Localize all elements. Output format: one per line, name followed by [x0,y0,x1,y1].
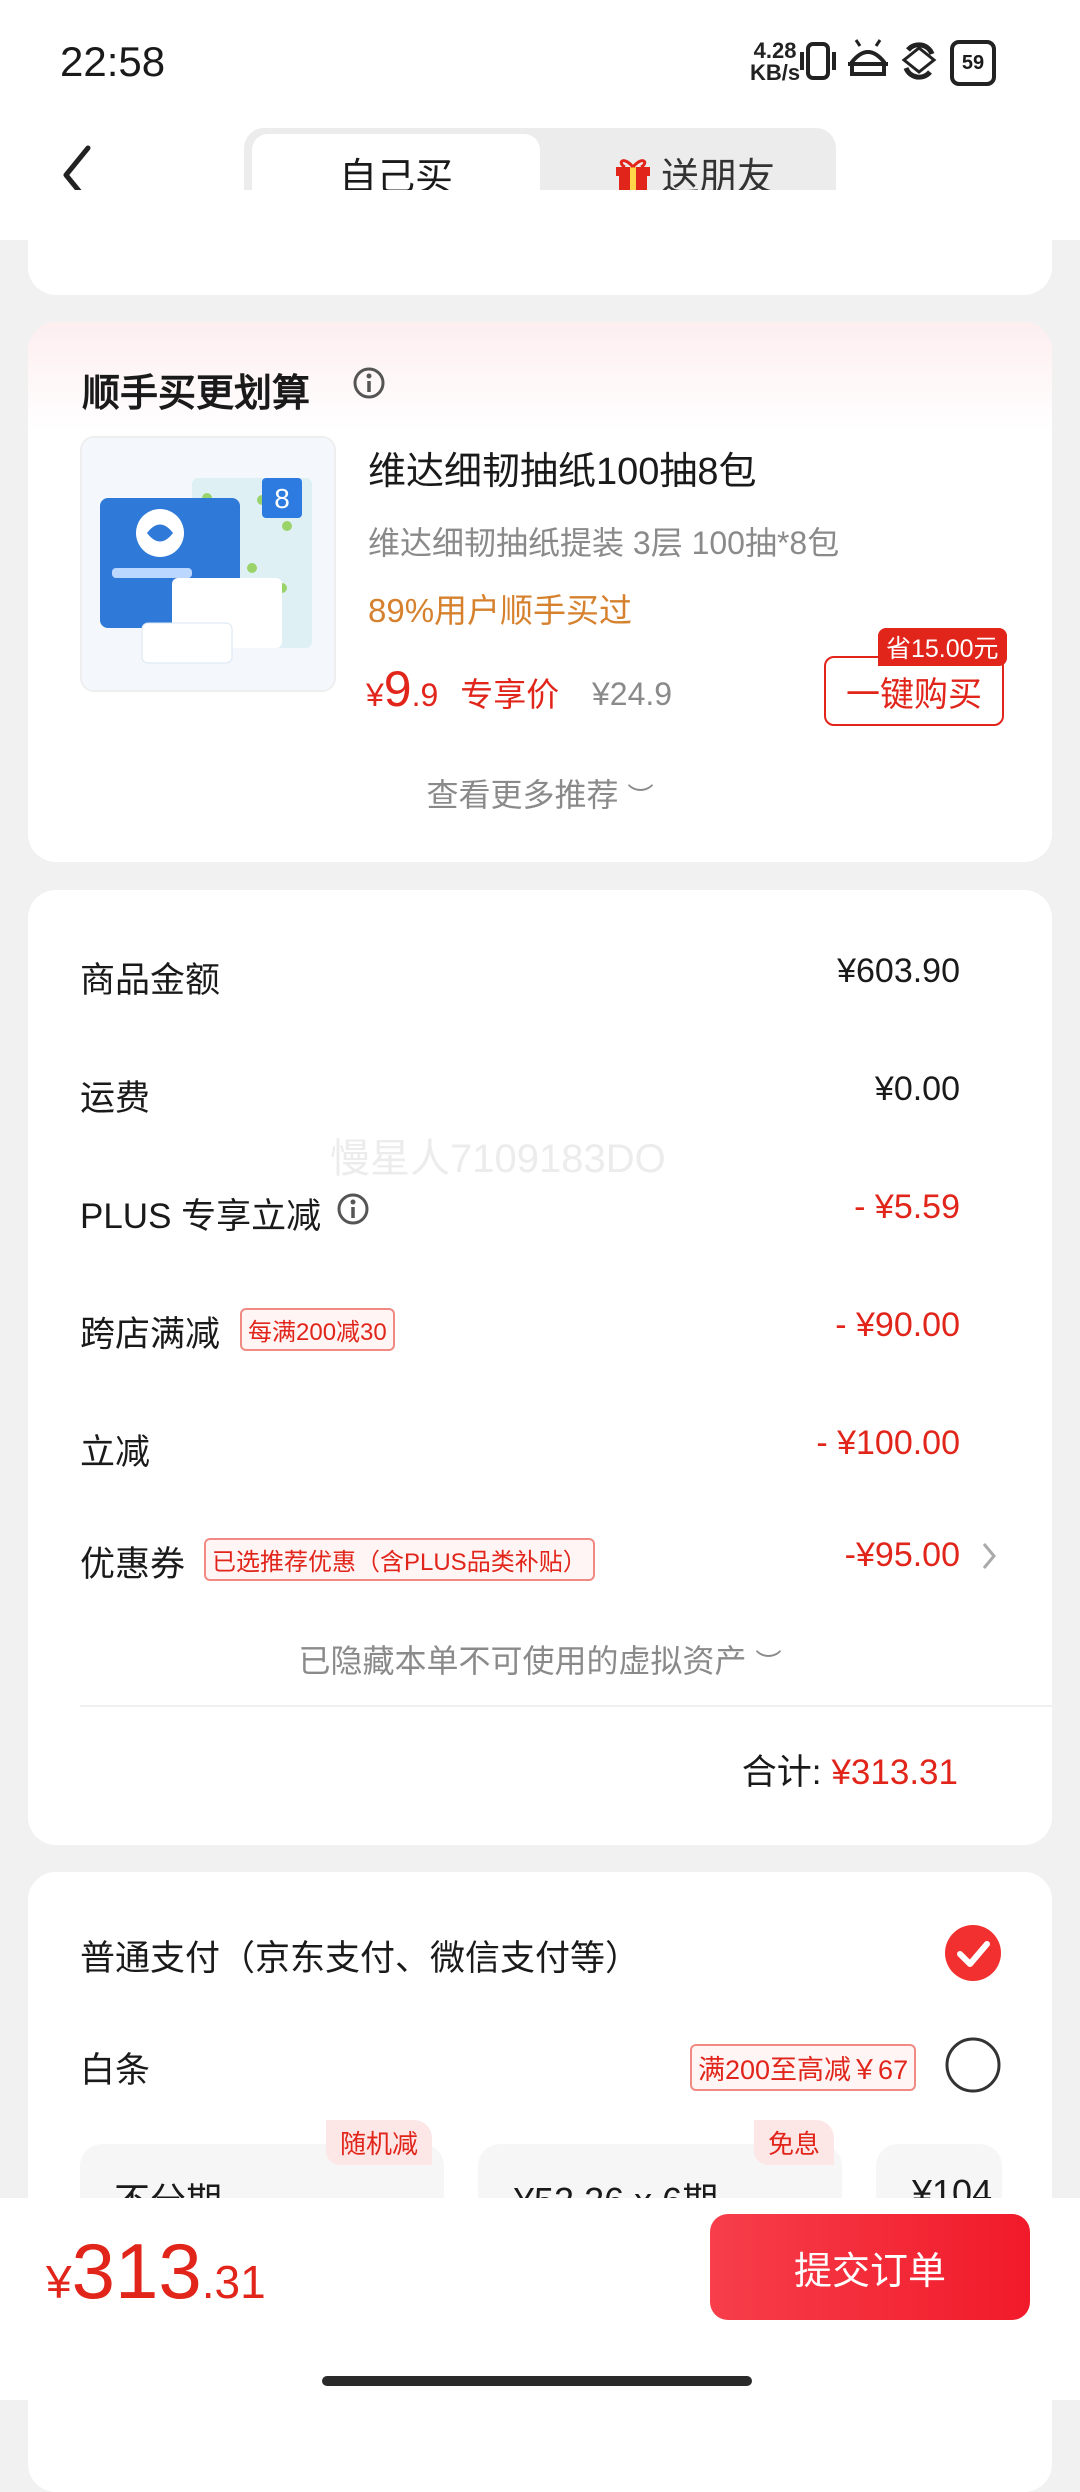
baitiao-promo-tag: 满200至高减￥67 [690,2044,917,2091]
gift-icon [615,159,650,191]
buy-rate: 89%用户顺手买过 [368,592,633,629]
summary-label-instant: 立减 [80,1433,151,1472]
battery-level: 59 [961,51,985,74]
random-discount-badge: 随机减 [326,2120,433,2165]
network-speed-value: 4.28 [753,38,797,63]
hidden-assets-label: 已隐藏本单不可使用的虚拟资产 [298,1643,747,1679]
chevron-right-icon [982,1543,996,1569]
payment-baitiao-label: 白条 [80,2051,151,2090]
tissue-pack-image: 8 [82,438,334,690]
sync-icon [901,42,937,80]
more-recommendations-link[interactable]: 查看更多推荐 ︶ [0,770,1080,816]
summary-value-shipping: ¥0.00 [874,1070,960,1108]
plus-info-icon[interactable] [336,1192,370,1226]
payment-normal-label: 普通支付（京东支付、微信支付等） [80,1939,641,1978]
summary-value-coupon: -¥95.00 [844,1536,960,1574]
watermark: 慢星人7109183DO [330,1137,666,1181]
more-recommendations-label: 查看更多推荐 [426,777,619,813]
price-currency: ¥ [366,677,384,713]
product-subtitle: 维达细韧抽纸提装 3层 100抽*8包 [368,525,840,561]
robot-icon [848,39,888,76]
total-row: 合计: ¥313.31 [742,1744,958,1795]
coupon-tag: 已选推荐优惠（含PLUS品类补贴） [204,1538,595,1581]
divider [80,1705,1052,1707]
summary-label-coupon: 优惠券 [80,1545,186,1584]
save-badge: 省15.00元 [878,628,1007,666]
summary-label-cross-store: 跨店满减 [80,1315,221,1354]
summary-value-cross-store: - ¥90.00 [835,1306,960,1344]
cross-store-tag: 每满200减30 [240,1308,395,1351]
payable-decimal: .31 [201,2256,266,2308]
summary-label-goods: 商品金额 [80,961,221,1000]
submit-order-button[interactable]: 提交订单 [710,2214,1030,2320]
chevron-down-icon: ︶ [627,782,654,812]
interest-free-badge: 免息 [754,2120,835,2165]
one-click-buy-button[interactable]: 一键购买 [824,656,1004,726]
exclusive-price: ¥ 9 .9 专享价 [366,660,559,718]
total-value: ¥313.31 [831,1753,958,1792]
payable-currency: ¥ [46,2256,72,2308]
previous-card [28,190,1052,295]
vibrate-icon [800,42,836,80]
summary-label-plus: PLUS 专享立减 [80,1197,322,1236]
summary-value-plus: - ¥5.59 [854,1188,960,1226]
info-icon[interactable] [352,366,386,400]
hidden-assets-toggle[interactable]: 已隐藏本单不可使用的虚拟资产 ︶ [0,1636,1080,1682]
reco-title: 顺手买更划算 [82,373,311,415]
summary-value-instant: - ¥100.00 [816,1424,960,1462]
battery-icon: 59 [950,40,996,86]
price-decimal: .9 [411,677,439,713]
home-indicator[interactable] [322,2376,752,2386]
checked-radio-icon[interactable] [944,1924,1002,1982]
product-image[interactable]: 8 [80,436,336,692]
price-summary-card [28,890,1052,1845]
summary-value-goods: ¥603.90 [837,952,960,990]
product-title[interactable]: 维达细韧抽纸100抽8包 [368,440,757,495]
unchecked-radio-icon[interactable] [944,2036,1002,2094]
summary-label-shipping: 运费 [80,1079,151,1118]
svg-text:8: 8 [274,483,290,514]
payable-amount: ¥ 313 .31 [46,2226,266,2317]
total-label: 合计: [741,1753,822,1792]
network-speed-unit: KB/s [750,60,801,85]
original-price: ¥24.9 [592,676,673,712]
price-integer: 9 [383,661,412,717]
price-label: 专享价 [460,676,560,713]
network-speed: 4.28 KB/s [750,40,800,84]
payable-integer: 313 [71,2227,202,2315]
status-time: 22:58 [60,38,166,85]
chevron-down-icon: ︶ [755,1648,782,1678]
